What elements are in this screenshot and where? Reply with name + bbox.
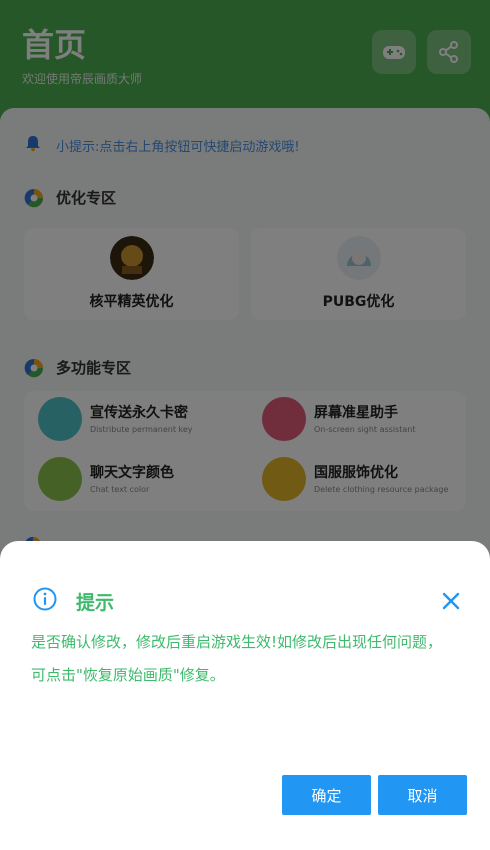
close-icon[interactable] bbox=[441, 591, 461, 611]
dialog-message: 是否确认修改，修改后重启游戏生效!如修改后出现任何问题，可点击"恢复原始画质"修… bbox=[31, 633, 443, 684]
dialog-title: 提示 bbox=[76, 592, 115, 614]
confirm-dialog: 提示 是否确认修改，修改后重启游戏生效!如修改后出现任何问题，可点击"恢复原始画… bbox=[0, 541, 490, 850]
info-icon bbox=[33, 587, 57, 611]
cancel-button[interactable]: 取消 bbox=[378, 775, 467, 815]
confirm-button[interactable]: 确定 bbox=[282, 775, 371, 815]
